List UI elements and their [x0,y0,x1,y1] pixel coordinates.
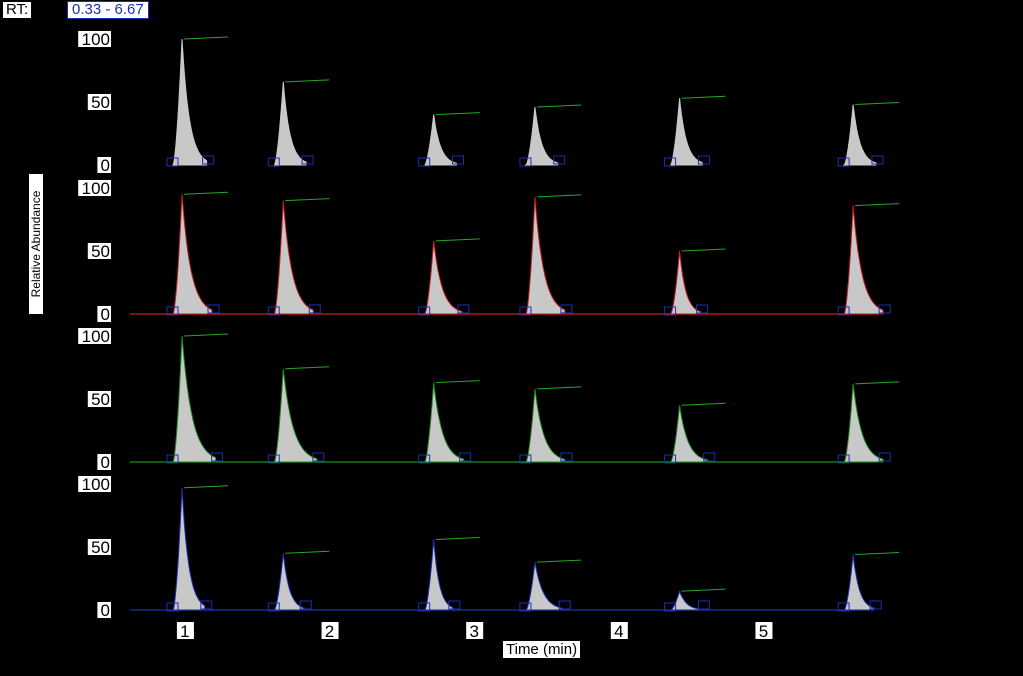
apex-label-line [536,104,581,108]
peak-area [172,38,208,166]
apex-label-line [855,203,900,207]
x-tick-label: 4 [614,622,623,641]
peak-area [842,554,875,611]
apex-label-line [183,36,229,40]
apex-label-line [681,402,726,406]
y-axis-label: Relative Abundance [29,174,43,314]
apex-label-line [285,366,330,370]
apex-label-line [183,191,229,195]
apex-label-line [536,194,581,198]
apex-label-line [183,333,229,337]
peak-area [670,405,709,463]
y-tick-label: 100 [82,179,110,198]
x-tick-label: 1 [180,622,189,641]
peak-area [524,388,566,463]
peak-area [524,196,566,315]
y-tick-label: 50 [91,390,110,409]
peak-area [424,539,454,611]
y-tick-label: 50 [91,93,110,112]
peak-area [424,114,457,166]
apex-label-line [681,95,726,99]
chromatogram-panel: 0 50 100 [78,179,900,324]
peak-area [524,106,559,166]
apex-label-line [183,485,229,489]
apex-label-line [435,112,480,116]
peak-area [172,194,213,315]
peak-area [670,98,703,166]
apex-label-line [855,381,900,385]
apex-label-line [285,198,330,202]
chromatogram-panel: 0 50 100 [78,30,900,175]
chromatogram-panel: 0 50 100 [78,327,900,472]
peak-area [273,368,318,463]
y-tick-label: 0 [101,601,110,620]
x-tick-label: 5 [759,622,768,641]
y-tick-label: 100 [82,30,110,49]
y-tick-label: 100 [82,475,110,494]
peak-area [843,205,884,315]
peak-area [842,383,884,463]
apex-label-line [681,588,726,592]
peak-end-marker [697,600,710,610]
peak-area [172,335,217,463]
chromatogram-chart: 0 50 100 0 50 100 0 50 100 0 50 100 1 2 3 4 5 [78,30,900,641]
peak-area [524,562,564,611]
peak-area [172,487,206,611]
chromatogram-panel: 0 50 100 [78,475,900,620]
y-tick-label: 50 [91,538,110,557]
apex-label-line [855,102,900,106]
y-tick-label: 0 [101,156,110,175]
x-tick-label: 2 [325,622,334,641]
peak-area [424,240,463,315]
y-tick-label: 0 [101,453,110,472]
y-tick-label: 100 [82,327,110,346]
peak-area [842,104,877,166]
apex-label-line [285,79,330,83]
y-tick-label: 0 [101,305,110,324]
apex-label-line [536,386,581,390]
x-axis-label: Time (min) [503,641,581,658]
apex-label-line [855,552,900,556]
apex-label-line [681,248,726,252]
peak-area [273,200,314,315]
apex-label-line [435,536,480,540]
x-tick-label: 3 [469,622,478,641]
peak-area [273,81,307,166]
y-tick-label: 50 [91,242,110,261]
apex-label-line [536,559,581,563]
apex-label-line [435,238,480,242]
peak-area [424,382,465,463]
apex-label-line [435,380,480,384]
apex-label-line [285,550,330,554]
